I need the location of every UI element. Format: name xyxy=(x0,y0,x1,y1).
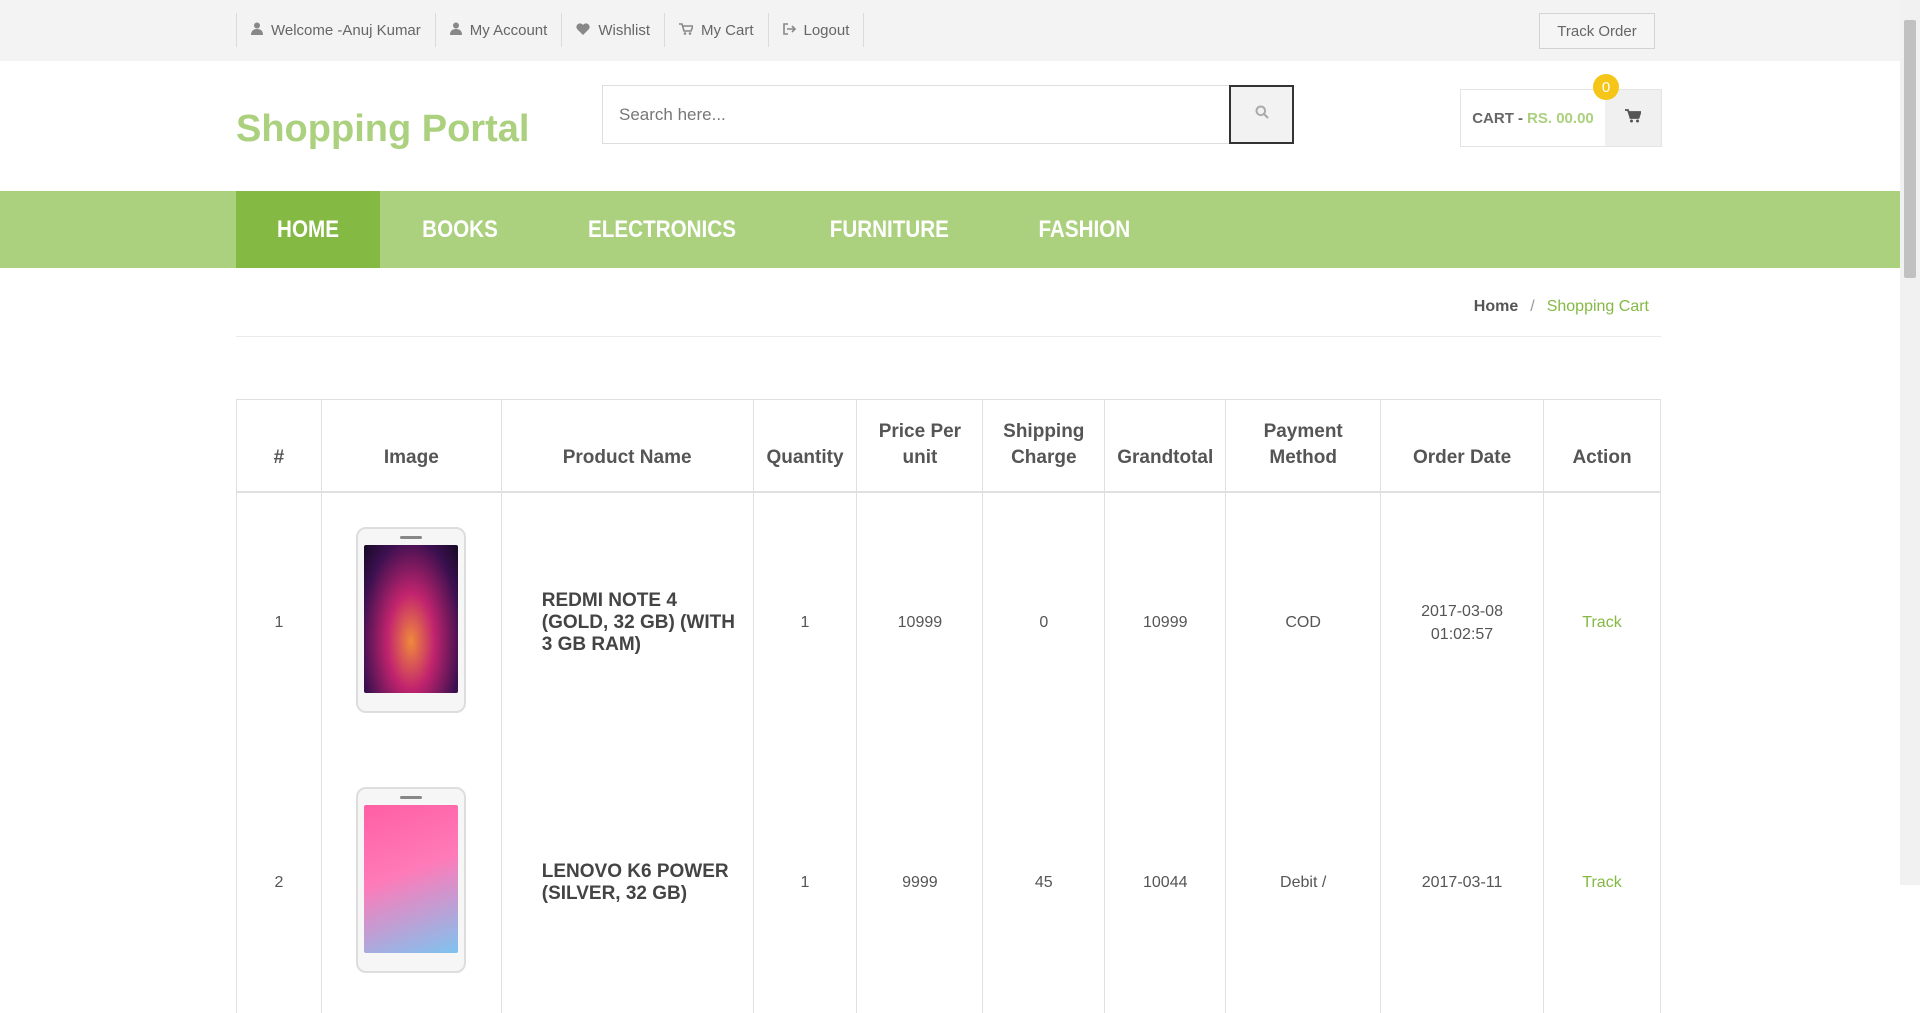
logout-link[interactable]: Logout xyxy=(767,13,865,47)
action-cell: Track xyxy=(1543,491,1661,753)
cart-icon-box[interactable] xyxy=(1605,90,1661,146)
order-date-cell: 2017-03-11 xyxy=(1380,752,1544,1013)
cart-summary: CART - RS. 00.00 xyxy=(1461,90,1605,146)
product-name-link[interactable]: REDMI NOTE 4 (GOLD, 32 GB) (WITH 3 GB RA… xyxy=(512,590,743,656)
order-date-cell: 2017-03-08 01:02:57 xyxy=(1380,491,1544,753)
quantity-cell: 1 xyxy=(752,491,858,753)
search-button[interactable] xyxy=(1229,85,1294,144)
cart-label: CART - xyxy=(1472,109,1524,127)
divider xyxy=(236,336,1661,337)
product-name-cell: REDMI NOTE 4 (GOLD, 32 GB) (WITH 3 GB RA… xyxy=(500,491,754,753)
wishlist-link[interactable]: Wishlist xyxy=(561,13,664,47)
header-product-name: Product Name xyxy=(500,399,754,493)
user-icon xyxy=(449,22,462,38)
nav-books[interactable]: BOOKS xyxy=(380,191,540,268)
track-link[interactable]: Track xyxy=(1582,874,1621,891)
shipping-cell: 0 xyxy=(982,491,1106,753)
table-row: 2 LENOVO K6 POWER (SILVER, 32 GB) 1 9999… xyxy=(236,752,1661,1013)
track-order-button[interactable]: Track Order xyxy=(1539,13,1655,49)
my-cart-link[interactable]: My Cart xyxy=(664,13,768,47)
product-image-cell xyxy=(320,752,502,1013)
product-name-link[interactable]: LENOVO K6 POWER (SILVER, 32 GB) xyxy=(512,861,743,905)
table-row: 1 REDMI NOTE 4 (GOLD, 32 GB) (WITH 3 GB … xyxy=(236,491,1661,753)
table-header-row: # Image Product Name Quantity Price Per … xyxy=(236,399,1661,493)
header-cart[interactable]: CART - RS. 00.00 xyxy=(1460,89,1662,147)
cart-amount: RS. 00.00 xyxy=(1527,109,1594,127)
nav-furniture-label: FURNITURE xyxy=(829,215,949,243)
cart-icon xyxy=(679,22,695,38)
header-quantity: Quantity xyxy=(752,399,858,493)
payment-method-cell: Debit / xyxy=(1225,752,1382,1013)
action-cell: Track xyxy=(1543,752,1661,1013)
my-account-link[interactable]: My Account xyxy=(434,13,562,47)
track-link[interactable]: Track xyxy=(1582,614,1621,631)
product-image[interactable] xyxy=(356,527,467,713)
row-number: 1 xyxy=(236,491,322,753)
nav-books-label: BOOKS xyxy=(422,215,498,243)
nav-home-label: HOME xyxy=(277,215,339,243)
top-bar: Welcome -Anuj Kumar My Account Wishlist … xyxy=(0,0,1900,61)
row-number: 2 xyxy=(236,752,322,1013)
header-payment-method: Payment Method xyxy=(1225,399,1382,493)
header-price-per-unit: Price Per unit xyxy=(856,399,984,493)
price-cell: 9999 xyxy=(856,752,984,1013)
site-logo[interactable]: Shopping Portal xyxy=(236,108,529,151)
search-icon xyxy=(1255,105,1269,124)
my-account-label: My Account xyxy=(469,21,548,39)
shipping-cell: 45 xyxy=(982,752,1106,1013)
product-image[interactable] xyxy=(356,787,467,973)
user-icon xyxy=(251,22,263,38)
heart-icon xyxy=(576,22,590,38)
payment-method-cell: COD xyxy=(1225,491,1382,753)
nav-fashion-label: FASHION xyxy=(1038,215,1130,243)
scrollbar-thumb[interactable] xyxy=(1904,20,1916,278)
header-image: Image xyxy=(320,399,502,493)
main-nav: HOME BOOKS ELECTRONICS FURNITURE FASHION xyxy=(0,191,1900,268)
header-action: Action xyxy=(1543,399,1661,493)
breadcrumb-current: Shopping Cart xyxy=(1546,298,1649,315)
top-nav: Welcome -Anuj Kumar My Account Wishlist … xyxy=(236,13,865,47)
breadcrumb-home[interactable]: Home xyxy=(1474,298,1518,316)
order-table: # Image Product Name Quantity Price Per … xyxy=(236,399,1661,1013)
product-image-cell xyxy=(320,491,502,753)
quantity-cell: 1 xyxy=(752,752,858,1013)
search-bar xyxy=(602,85,1294,144)
welcome-link[interactable]: Welcome -Anuj Kumar xyxy=(236,13,435,47)
wishlist-label: Wishlist xyxy=(598,21,650,39)
product-name-cell: LENOVO K6 POWER (SILVER, 32 GB) xyxy=(500,752,754,1013)
price-cell: 10999 xyxy=(856,491,984,753)
cart-count-badge: 0 xyxy=(1593,74,1619,100)
grandtotal-cell: 10044 xyxy=(1104,752,1227,1013)
page-scrollbar[interactable] xyxy=(1900,0,1920,885)
header-grandtotal: Grandtotal xyxy=(1104,399,1227,493)
header-order-date: Order Date xyxy=(1380,399,1544,493)
my-cart-label: My Cart xyxy=(701,21,754,39)
logout-label: Logout xyxy=(803,21,850,39)
cart-icon xyxy=(1625,108,1642,128)
logout-icon xyxy=(782,22,796,38)
nav-home[interactable]: HOME xyxy=(236,191,380,268)
welcome-label: Welcome -Anuj Kumar xyxy=(271,21,421,39)
nav-fashion[interactable]: FASHION xyxy=(995,191,1174,268)
search-input[interactable] xyxy=(603,86,1229,143)
grandtotal-cell: 10999 xyxy=(1104,491,1227,753)
breadcrumb: Home / Shopping Cart xyxy=(1474,298,1649,316)
header-shipping-charge: Shipping Charge xyxy=(982,399,1106,493)
nav-electronics-label: ELECTRONICS xyxy=(588,215,736,243)
nav-furniture[interactable]: FURNITURE xyxy=(784,191,995,268)
nav-electronics[interactable]: ELECTRONICS xyxy=(540,191,784,268)
breadcrumb-separator: / xyxy=(1530,298,1535,315)
header-number: # xyxy=(236,399,322,493)
